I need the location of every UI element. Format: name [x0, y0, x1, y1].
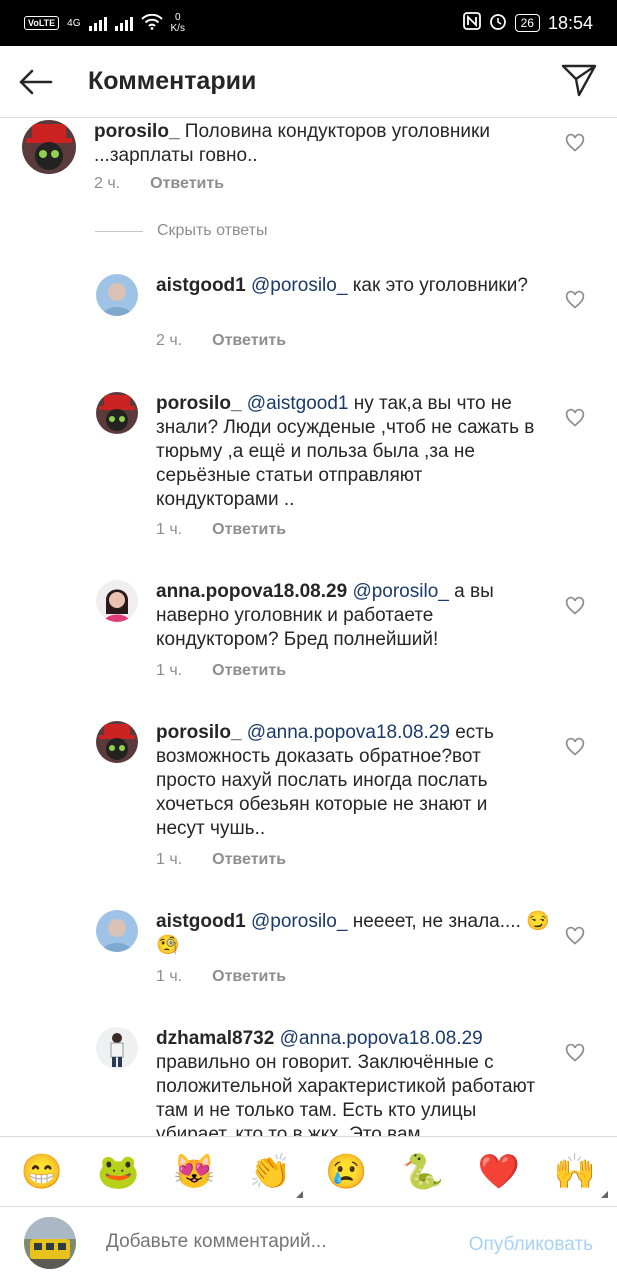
- signal-icon: [88, 15, 107, 31]
- reply-button[interactable]: Ответить: [212, 968, 286, 986]
- hide-replies-label: Скрыть ответы: [157, 222, 268, 239]
- header: Комментарии: [0, 46, 617, 118]
- network-type: 4G: [67, 17, 81, 29]
- heart-icon[interactable]: [565, 596, 585, 616]
- comment-time: 2 ч.: [156, 332, 183, 349]
- emoji-grin-button[interactable]: 😁: [17, 1150, 67, 1194]
- comment-meta: 1 ч. Ответить: [156, 521, 286, 539]
- emoji-heart-eyes-cat-button[interactable]: 😻: [169, 1150, 219, 1194]
- comment-text: dzhamal8732 @anna.popova18.08.29 правиль…: [156, 1027, 536, 1136]
- volte-badge: VoLTE: [24, 16, 60, 30]
- avatar[interactable]: [96, 721, 138, 763]
- emoji-frog-button[interactable]: 🐸: [93, 1150, 143, 1194]
- heart-icon[interactable]: [565, 290, 585, 310]
- emoji-crying-button[interactable]: 😢: [322, 1150, 372, 1194]
- net-speed-value: 0: [174, 12, 181, 23]
- comment-time: 1 ч.: [156, 662, 183, 679]
- heart-icon[interactable]: [565, 1043, 585, 1063]
- comment-meta: 1 ч. Ответить: [156, 851, 286, 869]
- comment-username[interactable]: porosilo_: [94, 121, 180, 142]
- comment-text: porosilo_ @anna.popova18.08.29 есть возм…: [156, 721, 536, 841]
- reply-comment: dzhamal8732 @anna.popova18.08.29 правиль…: [0, 1027, 617, 1136]
- comment-mention[interactable]: @aistgood1: [247, 393, 349, 414]
- net-speed-unit: K/s: [170, 23, 185, 34]
- reply-button[interactable]: Ответить: [212, 662, 286, 680]
- heart-icon[interactable]: [565, 133, 585, 153]
- variant-indicator: [600, 1190, 608, 1198]
- avatar[interactable]: [96, 274, 138, 316]
- comment-text: porosilo_ @aistgood1 ну так,а вы что не …: [156, 392, 536, 512]
- comment-username[interactable]: anna.popova18.08.29: [156, 581, 347, 602]
- variant-indicator: [296, 1190, 304, 1198]
- emoji-heart-button[interactable]: ❤️: [474, 1150, 524, 1194]
- reply-button[interactable]: Ответить: [150, 175, 224, 193]
- comment-time: 1 ч.: [156, 521, 183, 538]
- arrow-left-icon: [19, 69, 53, 94]
- reply-button[interactable]: Ответить: [212, 521, 286, 539]
- comment-username[interactable]: aistgood1: [156, 275, 246, 296]
- clock: 18:54: [547, 12, 593, 33]
- comment-text: aistgood1 @porosilo_ неееет, не знала...…: [156, 910, 556, 958]
- heart-icon[interactable]: [565, 737, 585, 757]
- comment-username[interactable]: dzhamal8732: [156, 1028, 274, 1049]
- comment-body: правильно он говорит. Заключённые с поло…: [156, 1052, 536, 1136]
- avatar[interactable]: [22, 120, 76, 174]
- net-speed: 0 K/s: [171, 12, 185, 34]
- comment-time: 2 ч.: [94, 175, 121, 192]
- paper-plane-icon: [561, 64, 597, 97]
- nfc-icon: [462, 11, 481, 35]
- comment-meta: 1 ч. Ответить: [156, 968, 286, 986]
- emoji-raised-hands-glyph: 🙌: [553, 1152, 597, 1191]
- comment-username[interactable]: porosilo_: [156, 393, 242, 414]
- my-avatar: [24, 1217, 76, 1269]
- comment-meta: 2 ч. Ответить: [156, 332, 286, 350]
- comment-input[interactable]: [106, 1231, 426, 1253]
- avatar[interactable]: [96, 1027, 138, 1069]
- emoji-clap-button[interactable]: 👏: [245, 1150, 304, 1198]
- comment-mention[interactable]: @anna.popova18.08.29: [280, 1028, 483, 1049]
- comment-meta: 2 ч. Ответить: [94, 175, 224, 193]
- emoji-clap-glyph: 👏: [249, 1152, 292, 1191]
- comment-username[interactable]: aistgood1: [156, 911, 246, 932]
- emoji-raised-hands-button[interactable]: 🙌: [550, 1150, 608, 1198]
- back-button[interactable]: [0, 46, 70, 118]
- comment-input-bar: Опубликовать: [0, 1206, 617, 1280]
- comment-text: porosilo_ Половина кондукторов уголовник…: [94, 120, 534, 168]
- status-bar: VoLTE 4G 0 K/s 26 18:54: [0, 0, 617, 46]
- avatar[interactable]: [96, 580, 138, 622]
- heart-icon[interactable]: [565, 408, 585, 428]
- comment-meta: 1 ч. Ответить: [156, 662, 286, 680]
- avatar[interactable]: [96, 392, 138, 434]
- comment-mention[interactable]: @porosilo_: [352, 581, 448, 602]
- divider: [95, 230, 143, 232]
- comment-mention[interactable]: @anna.popova18.08.29: [247, 722, 450, 743]
- wifi-icon: [140, 13, 163, 33]
- comment-time: 1 ч.: [156, 851, 183, 868]
- share-button[interactable]: [561, 62, 601, 102]
- comment-time: 1 ч.: [156, 968, 183, 985]
- comment-body: как это уголовники?: [352, 275, 528, 296]
- comment-text: anna.popova18.08.29 @porosilo_ а вы наве…: [156, 580, 536, 652]
- emoji-snake-button[interactable]: 🐍: [398, 1150, 448, 1194]
- comment-mention[interactable]: @porosilo_: [251, 275, 347, 296]
- signal-2-icon: [114, 15, 133, 31]
- publish-button[interactable]: Опубликовать: [469, 1234, 593, 1256]
- comment-text: aistgood1 @porosilo_ как это уголовники?: [156, 274, 536, 298]
- alarm-icon: [489, 12, 507, 35]
- emoji-bar: 😁 🐸 😻 👏 😢 🐍 ❤️ 🙌: [0, 1136, 617, 1206]
- comment-mention[interactable]: @porosilo_: [251, 911, 347, 932]
- reply-button[interactable]: Ответить: [212, 332, 286, 350]
- comment-username[interactable]: porosilo_: [156, 722, 242, 743]
- heart-icon[interactable]: [565, 926, 585, 946]
- reply-button[interactable]: Ответить: [212, 851, 286, 869]
- avatar[interactable]: [96, 910, 138, 952]
- hide-replies-button[interactable]: Скрыть ответы: [95, 222, 267, 240]
- battery-indicator: 26: [514, 14, 540, 32]
- page-title: Комментарии: [88, 67, 257, 95]
